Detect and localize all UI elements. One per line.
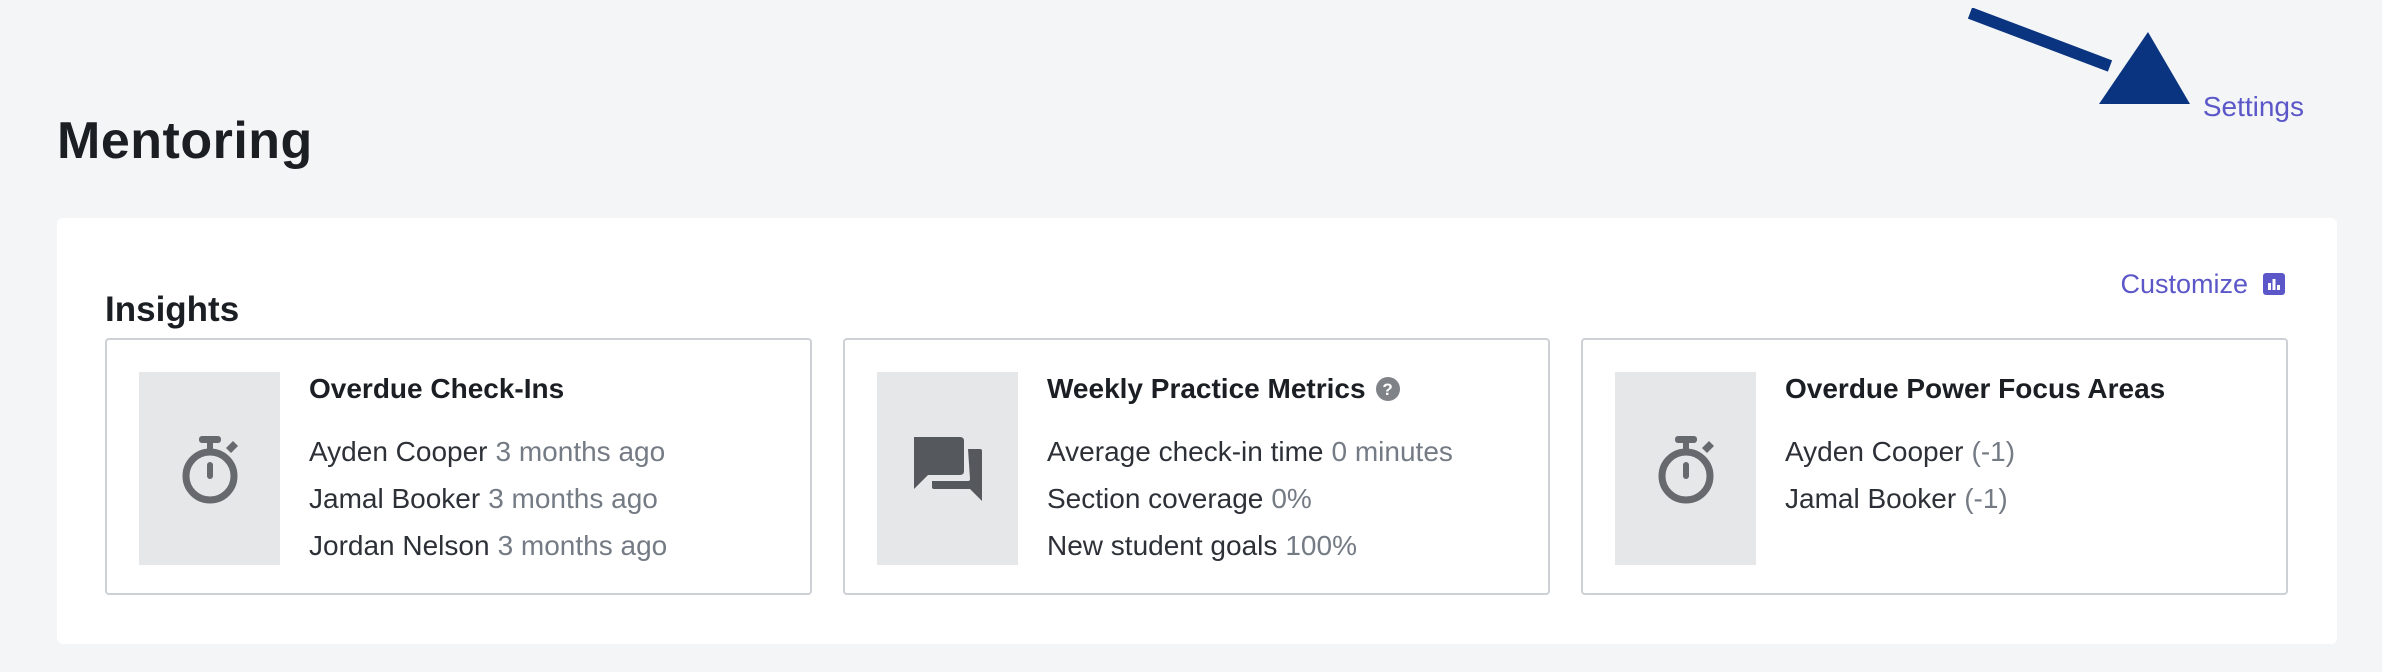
row-value: 100% <box>1285 530 1357 561</box>
card-row: Average check-in time 0 minutes <box>1047 428 1530 475</box>
help-icon[interactable]: ? <box>1375 377 1400 401</box>
card-row: Jordan Nelson 3 months ago <box>309 522 792 569</box>
arrow-annotation <box>1967 8 2190 104</box>
chat-bubbles-icon <box>877 372 1018 565</box>
card-title-text: Weekly Practice Metrics <box>1047 373 1366 404</box>
card-row: Ayden Cooper 3 months ago <box>309 428 792 475</box>
row-label: Ayden Cooper <box>309 436 488 467</box>
row-value: 0% <box>1271 483 1312 514</box>
insights-panel: Insights Customize Overdue Check-Ins Ayd… <box>57 218 2337 644</box>
row-label: Jordan Nelson <box>309 530 490 561</box>
row-value: 3 months ago <box>497 530 668 561</box>
insight-card-weekly-practice-metrics: Weekly Practice Metrics ? Average check-… <box>843 338 1550 595</box>
bar-chart-icon <box>2262 272 2286 296</box>
card-title: Weekly Practice Metrics ? <box>1047 371 1530 407</box>
row-value: 3 months ago <box>488 483 658 514</box>
row-value: 3 months ago <box>495 436 666 467</box>
arrow-shaft <box>1967 8 2113 72</box>
card-title: Overdue Power Focus Areas <box>1785 373 2166 404</box>
card-row: Ayden Cooper (-1) <box>1785 428 2268 475</box>
card-content: Overdue Power Focus Areas Ayden Cooper (-… <box>1785 371 2268 522</box>
row-value: 0 minutes <box>1331 436 1453 467</box>
row-label: Ayden Cooper <box>1785 436 1964 467</box>
card-content: Weekly Practice Metrics ? Average check-… <box>1047 371 1530 569</box>
row-value: (-1) <box>1964 483 2008 514</box>
settings-link[interactable]: Settings <box>2203 90 2304 124</box>
card-row: Jamal Booker 3 months ago <box>309 475 792 522</box>
stopwatch-icon <box>1615 372 1756 565</box>
row-label: Jamal Booker <box>1785 483 1957 514</box>
row-label: Jamal Booker <box>309 483 481 514</box>
page-title: Mentoring <box>57 111 313 170</box>
card-title: Overdue Check-Ins <box>309 373 565 404</box>
arrow-head <box>2099 32 2190 104</box>
row-label: New student goals <box>1047 530 1278 561</box>
card-content: Overdue Check-Ins Ayden Cooper 3 months a… <box>309 371 792 569</box>
row-value: (-1) <box>1971 436 2016 467</box>
card-row: Section coverage 0% <box>1047 475 1530 522</box>
insight-cards: Overdue Check-Ins Ayden Cooper 3 months a… <box>105 338 2290 595</box>
customize-link[interactable]: Customize <box>2120 266 2286 302</box>
insight-card-overdue-power-focus-areas: Overdue Power Focus Areas Ayden Cooper (-… <box>1581 338 2288 595</box>
card-row: Jamal Booker (-1) <box>1785 475 2268 522</box>
card-row: New student goals 100% <box>1047 522 1530 569</box>
customize-label: Customize <box>2120 268 2248 299</box>
row-label: Section coverage <box>1047 483 1264 514</box>
stopwatch-icon <box>139 372 280 565</box>
insights-title: Insights <box>105 290 240 330</box>
insight-card-overdue-check-ins: Overdue Check-Ins Ayden Cooper 3 months a… <box>105 338 812 595</box>
row-label: Average check-in time <box>1047 436 1324 467</box>
